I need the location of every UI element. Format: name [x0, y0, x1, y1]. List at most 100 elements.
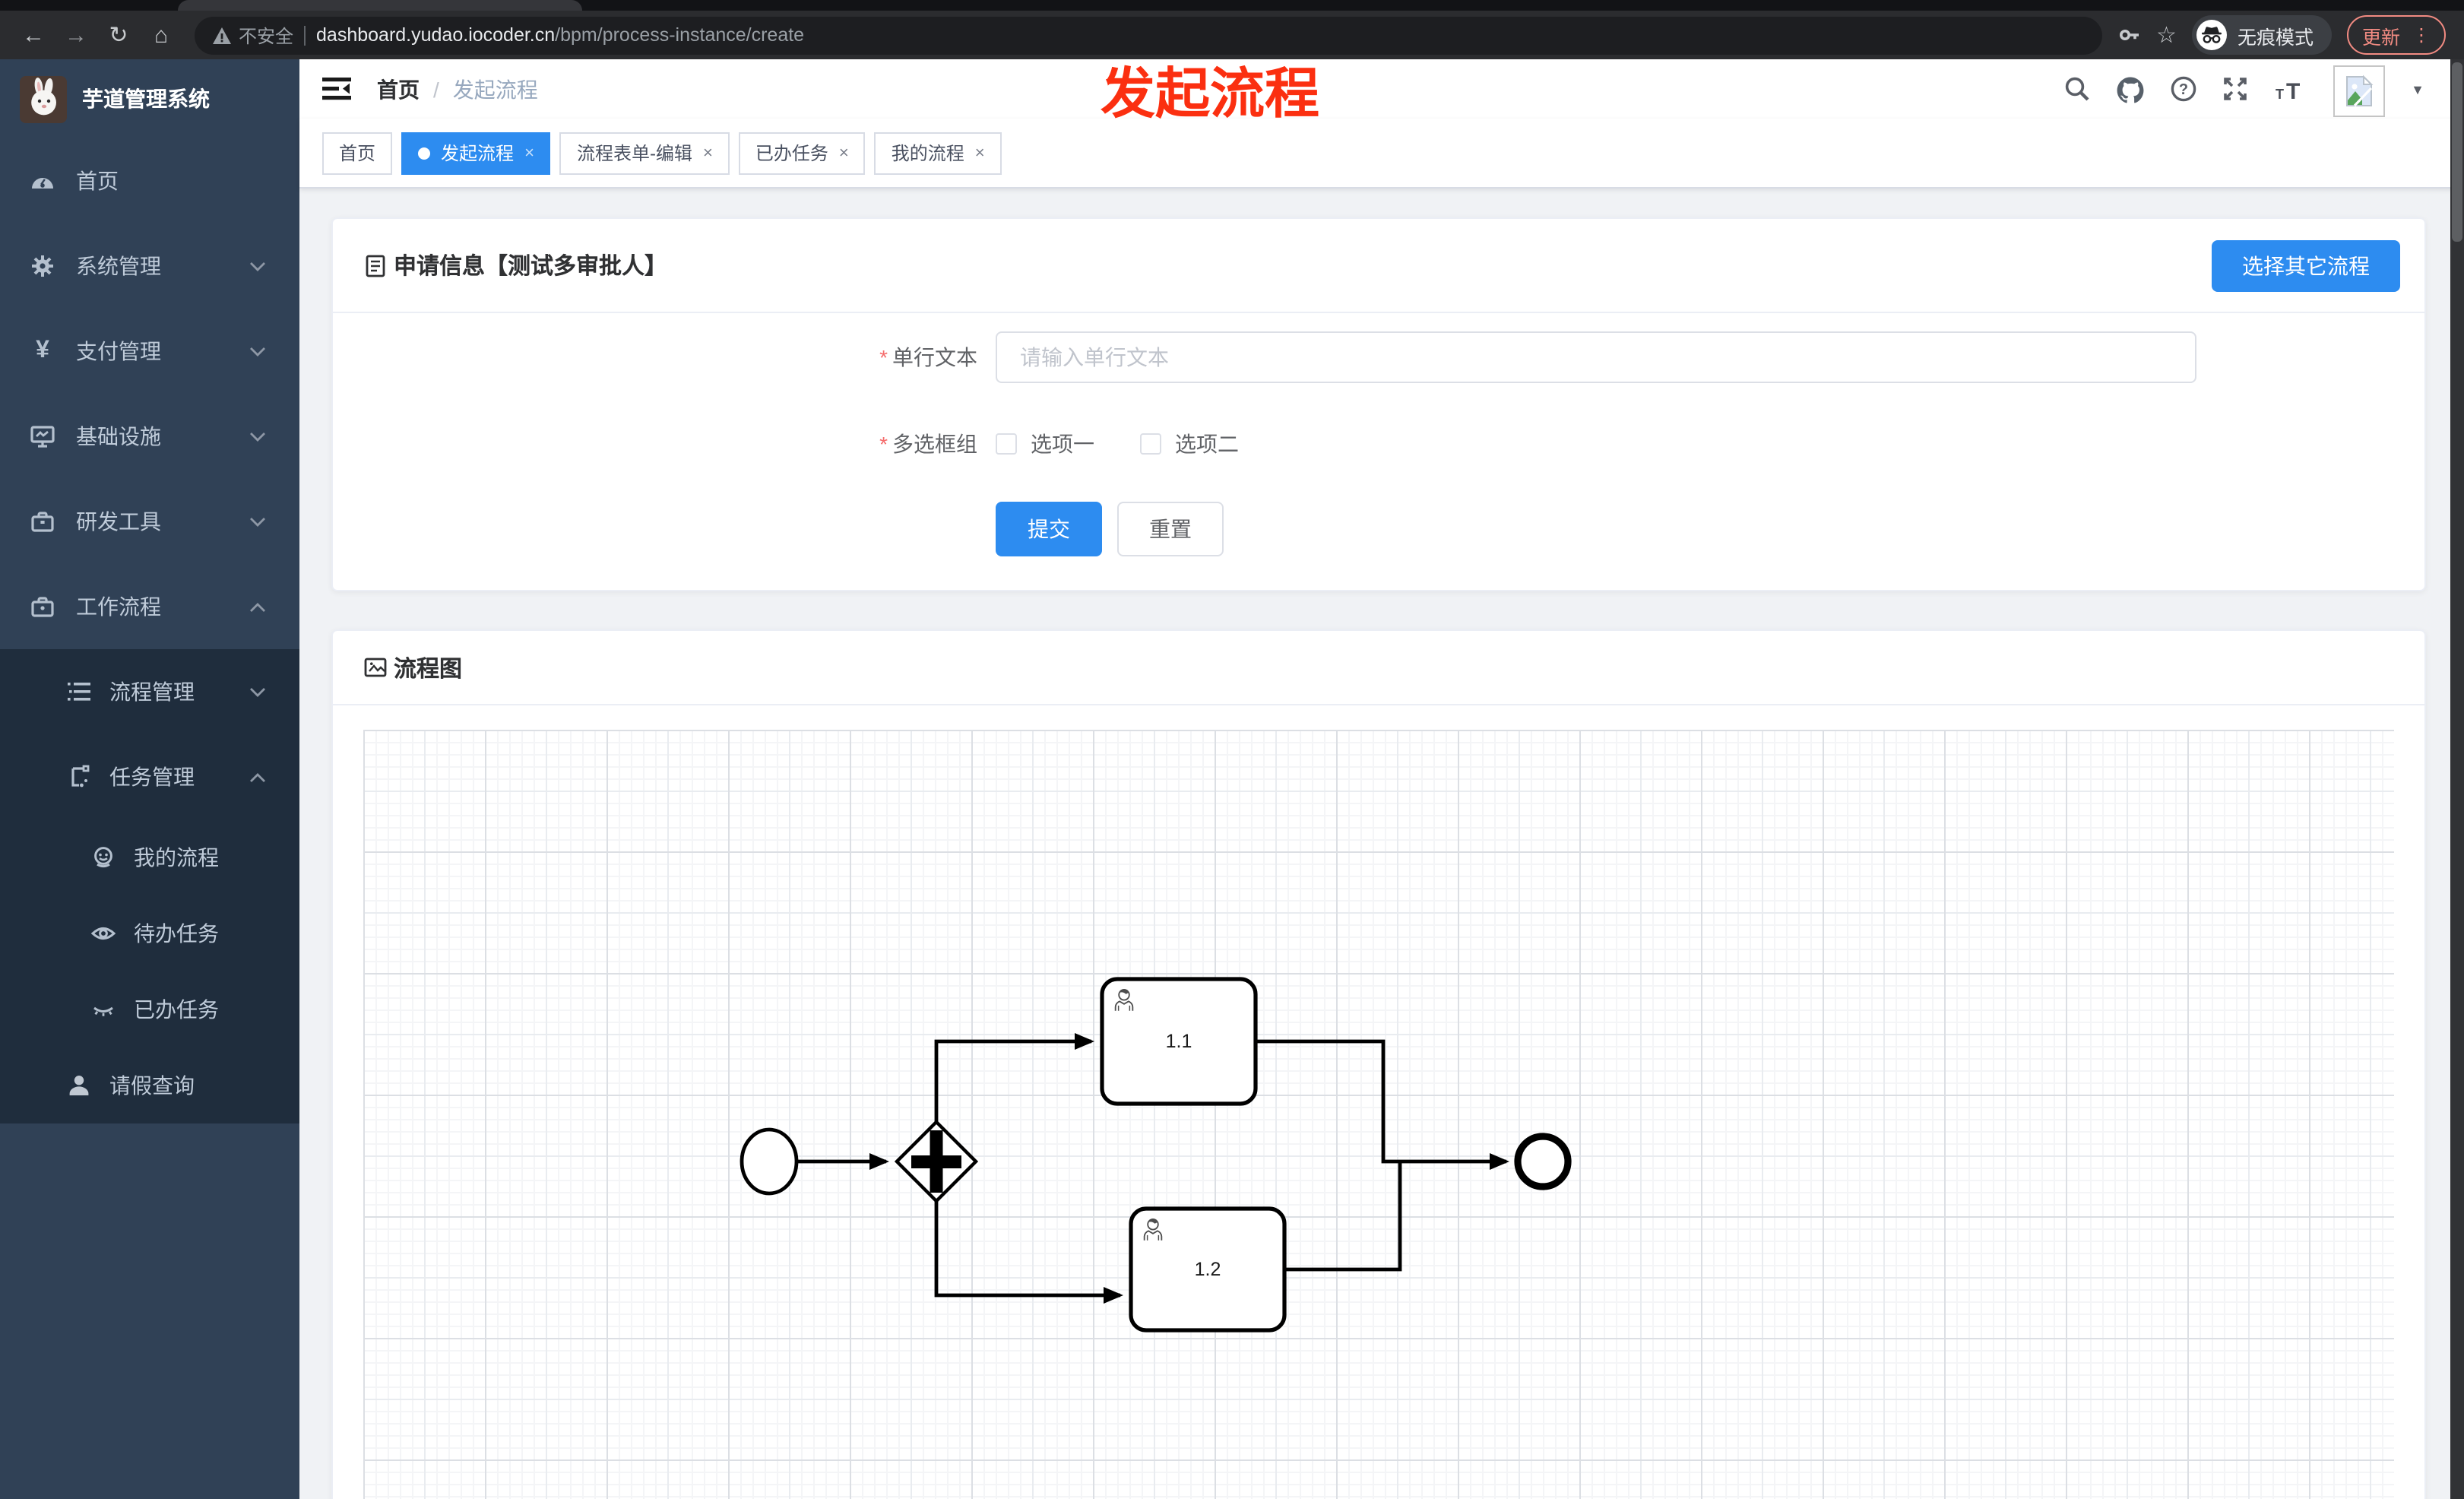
sidebar-item-system[interactable]: 系统管理 — [0, 223, 299, 309]
workflow-submenu: 流程管理 任务管理 我的流程 待办任务 已办任务 请假查询 — [0, 649, 299, 1123]
toolbox-icon — [30, 509, 55, 534]
incognito-label: 无痕模式 — [2237, 27, 2314, 48]
sidebar-item-label: 支付管理 — [76, 339, 161, 363]
github-icon[interactable] — [2116, 75, 2145, 103]
reload-button[interactable]: ↻ — [100, 17, 137, 53]
annotation-title: 发起流程 — [1101, 62, 1320, 125]
navbar: 首页 / 发起流程 ? T T ▼ — [299, 59, 2464, 119]
card-title: 申请信息【测试多审批人】 — [363, 249, 667, 281]
back-button[interactable]: ← — [15, 17, 52, 53]
url-path: /bpm/process-instance/create — [555, 24, 805, 46]
submit-button[interactable]: 提交 — [996, 502, 1102, 556]
breadcrumb-home[interactable]: 首页 — [377, 74, 420, 104]
avatar[interactable] — [2333, 65, 2386, 117]
eye-icon — [91, 921, 116, 946]
url-host: dashboard.yudao.iocoder.cn — [316, 24, 556, 46]
sidebar-item-payment[interactable]: ¥ 支付管理 — [0, 309, 299, 394]
sidebar-item-process-mgmt[interactable]: 流程管理 — [0, 649, 299, 734]
close-icon[interactable]: × — [839, 144, 849, 162]
checkbox-box[interactable] — [996, 433, 1017, 455]
back-icon: ← — [22, 22, 45, 48]
sidebar-item-workflow[interactable]: 工作流程 — [0, 564, 299, 649]
tag-start-process[interactable]: 发起流程 × — [401, 132, 551, 174]
bpmn-end-event[interactable] — [1514, 1133, 1572, 1190]
briefcase-icon — [30, 594, 55, 619]
checkbox-option-2[interactable]: 选项二 — [1140, 429, 1239, 459]
sidebar-item-label: 基础设施 — [76, 424, 161, 448]
sidebar-item-label: 系统管理 — [76, 254, 161, 278]
browser-tabstrip — [0, 0, 2464, 11]
sidebar-item-leave-query[interactable]: 请假查询 — [0, 1047, 299, 1123]
sidebar-item-done-tasks[interactable]: 已办任务 — [0, 971, 299, 1047]
sidebar-item-label: 工作流程 — [76, 594, 161, 619]
app-title: 芋道管理系统 — [82, 87, 210, 111]
screen: ← → ↻ ⌂ 不安全 dashboard.yudao.iocoder.cn/b… — [0, 0, 2464, 1499]
checkbox-label: 选项一 — [1031, 432, 1094, 456]
eye-closed-icon — [91, 997, 116, 1022]
browser-active-tab[interactable] — [178, 0, 582, 11]
incognito-badge: 无痕模式 — [2191, 15, 2332, 55]
scrollbar-thumb[interactable] — [2452, 62, 2462, 242]
task-label: 1.1 — [1166, 1031, 1192, 1052]
reset-button[interactable]: 重置 — [1117, 502, 1224, 556]
browser-update-button[interactable]: 更新 ⋮ — [2346, 15, 2446, 55]
checkbox-label: 选项二 — [1175, 432, 1239, 456]
search-icon[interactable] — [2064, 76, 2090, 102]
sidebar-item-my-process[interactable]: 我的流程 — [0, 819, 299, 895]
browser-menu-icon[interactable]: ⋮ — [2412, 24, 2431, 46]
tag-done-tasks[interactable]: 已办任务 × — [738, 132, 866, 174]
gateway-plus-v — [930, 1130, 943, 1193]
checkbox-option-1[interactable]: 选项一 — [996, 429, 1094, 459]
card-title-text: 申请信息【测试多审批人】 — [394, 254, 668, 280]
tag-label: 我的流程 — [891, 143, 964, 164]
close-icon[interactable]: × — [975, 144, 985, 162]
flow-task2-join — [1284, 1163, 1402, 1272]
tags-view: 首页 发起流程 × 流程表单-编辑 × 已办任务 × 我的流程 × — [299, 119, 2464, 189]
sidebar-item-label: 流程管理 — [109, 680, 195, 704]
font-size-icon[interactable]: TT — [2274, 77, 2307, 101]
forward-button[interactable]: → — [58, 17, 94, 53]
sidebar-item-todo-tasks[interactable]: 待办任务 — [0, 895, 299, 971]
sidebar-item-devtools[interactable]: 研发工具 — [0, 479, 299, 564]
sidebar-item-infra[interactable]: 基础设施 — [0, 394, 299, 479]
bpmn-start-event[interactable] — [740, 1127, 799, 1196]
yen-icon: ¥ — [36, 338, 49, 363]
flow-task1-end — [1256, 1039, 1509, 1170]
chevron-down-icon — [249, 347, 266, 357]
form-row-text: * 单行文本 — [333, 331, 2424, 383]
address-bar[interactable]: 不安全 dashboard.yudao.iocoder.cn/bpm/proce… — [195, 16, 2102, 54]
avatar-caret-icon[interactable]: ▼ — [2411, 81, 2424, 97]
tag-form-edit[interactable]: 流程表单-编辑 × — [559, 132, 730, 174]
sidebar-logo[interactable]: 芋道管理系统 — [0, 59, 299, 138]
breadcrumb: 首页 / 发起流程 — [377, 74, 538, 104]
single-line-text-input[interactable] — [996, 331, 2196, 383]
home-button[interactable]: ⌂ — [143, 17, 179, 53]
picture-icon — [364, 658, 387, 677]
sidebar-item-task-mgmt[interactable]: 任务管理 — [0, 734, 299, 819]
person-icon — [67, 1073, 91, 1098]
sidebar-item-home[interactable]: 首页 — [0, 138, 299, 223]
url-text: dashboard.yudao.iocoder.cn/bpm/process-i… — [316, 24, 804, 46]
bpmn-canvas[interactable]: 1.1 1.2 — [363, 730, 2394, 1499]
security-status[interactable]: 不安全 — [213, 22, 293, 48]
page-scrollbar[interactable] — [2450, 59, 2464, 1499]
monitor-icon — [30, 424, 55, 448]
sidebar-item-label: 我的流程 — [134, 845, 219, 870]
close-icon[interactable]: × — [524, 144, 534, 162]
required-asterisk: * — [879, 345, 888, 369]
bookmark-star-icon[interactable]: ☆ — [2156, 21, 2177, 49]
password-key-icon[interactable] — [2117, 23, 2141, 47]
svg-text:?: ? — [2179, 81, 2188, 98]
card-title-text: 流程图 — [394, 656, 463, 682]
checkbox-box[interactable] — [1140, 433, 1161, 455]
form-actions: 提交 重置 — [333, 502, 2424, 556]
hamburger-icon[interactable] — [322, 74, 353, 104]
tag-home[interactable]: 首页 — [322, 132, 393, 174]
select-other-process-button[interactable]: 选择其它流程 — [2212, 240, 2400, 292]
fullscreen-icon[interactable] — [2222, 76, 2248, 102]
apply-info-card: 申请信息【测试多审批人】 选择其它流程 *单行文本 *多选框组 选项一 — [331, 217, 2426, 591]
help-icon[interactable]: ? — [2171, 76, 2196, 102]
logo-rabbit-image — [20, 75, 67, 122]
close-icon[interactable]: × — [703, 144, 713, 162]
tag-my-process[interactable]: 我的流程 × — [874, 132, 1002, 174]
